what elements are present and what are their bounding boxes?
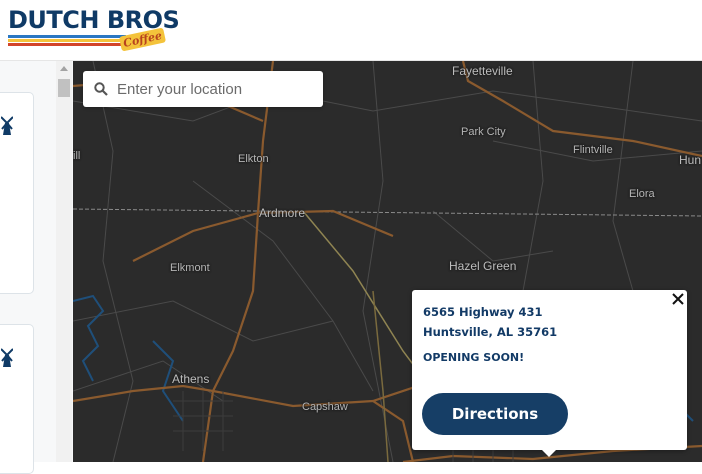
map-label-flintville: Flintville bbox=[573, 144, 613, 156]
windmill-icon bbox=[1, 116, 13, 135]
store-info-popup: 6565 Highway 431 Huntsville, AL 35761 OP… bbox=[412, 290, 687, 457]
location-search-box[interactable] bbox=[83, 71, 323, 107]
directions-button[interactable]: Directions bbox=[422, 393, 568, 435]
popup-tail bbox=[540, 448, 558, 457]
map-label-ill: ill bbox=[73, 150, 81, 162]
store-status: OPENING SOON! bbox=[423, 351, 525, 364]
address-line-1: 6565 Highway 431 bbox=[423, 305, 543, 319]
logo-stripes bbox=[8, 35, 126, 47]
header: DUTCH BROS Coffee bbox=[0, 0, 702, 61]
windmill-icon bbox=[1, 348, 13, 367]
map-label-ardmore: Ardmore bbox=[259, 206, 306, 220]
address-line-2: Huntsville, AL 35761 bbox=[423, 325, 558, 339]
map-label-hazel-green: Hazel Green bbox=[449, 259, 517, 273]
map-label-elkmont: Elkmont bbox=[170, 262, 210, 274]
map-label-park-city: Park City bbox=[461, 126, 506, 138]
sidebar-scrollbar[interactable] bbox=[56, 61, 72, 462]
location-card[interactable] bbox=[0, 324, 34, 474]
store-address: 6565 Highway 431 Huntsville, AL 35761 bbox=[423, 302, 557, 342]
scroll-up-arrow[interactable] bbox=[60, 66, 68, 71]
close-icon[interactable] bbox=[671, 292, 685, 306]
map-label-hun: Hun bbox=[679, 153, 702, 167]
scroll-thumb[interactable] bbox=[58, 79, 70, 97]
search-icon bbox=[94, 82, 108, 96]
dutch-bros-logo[interactable]: DUTCH BROS Coffee bbox=[8, 6, 180, 52]
location-card[interactable] bbox=[0, 92, 34, 294]
map-label-capshaw: Capshaw bbox=[302, 401, 348, 413]
map-label-elkton: Elkton bbox=[238, 153, 269, 165]
map-label-athens: Athens bbox=[172, 372, 210, 386]
location-search-input[interactable] bbox=[117, 71, 317, 107]
map-label-elora: Elora bbox=[629, 188, 655, 200]
map-label-fayetteville: Fayetteville bbox=[452, 64, 513, 78]
